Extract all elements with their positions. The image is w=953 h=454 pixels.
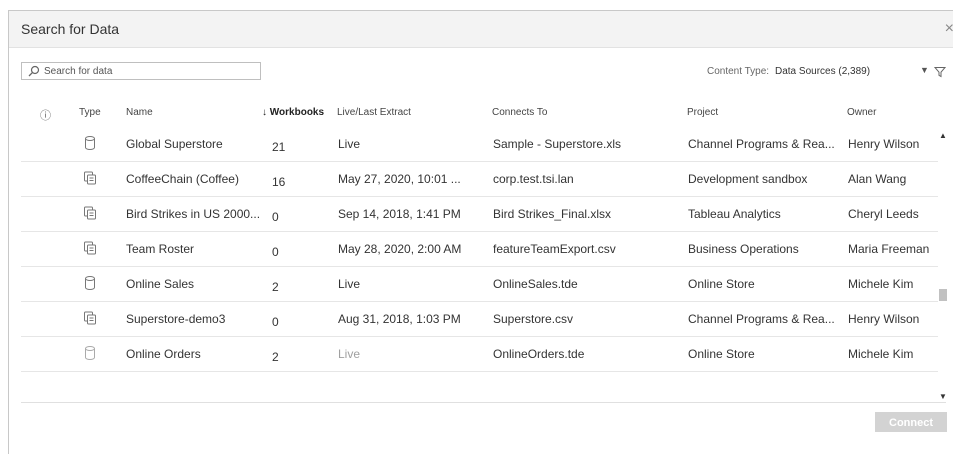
row-name[interactable]: Online Sales — [126, 277, 266, 291]
dialog-title: Search for Data — [21, 21, 120, 37]
search-for-data-dialog: Search for Data × Content Type: Data Sou… — [8, 10, 953, 454]
row-live-last-extract: May 28, 2020, 2:00 AM — [338, 242, 462, 256]
extract-icon — [84, 171, 96, 185]
table-row[interactable]: Team Roster 0 May 28, 2020, 2:00 AM feat… — [21, 232, 938, 267]
row-live-last-extract: Sep 14, 2018, 1:41 PM — [338, 207, 461, 221]
filter-icon[interactable] — [934, 66, 946, 78]
row-name[interactable]: Superstore-demo3 — [126, 312, 266, 326]
scroll-down-icon[interactable]: ▼ — [939, 392, 947, 401]
row-connects-to: featureTeamExport.csv — [493, 242, 616, 256]
cylinder-icon — [85, 136, 95, 150]
row-connects-to: Superstore.csv — [493, 312, 574, 326]
row-workbooks: 0 — [272, 210, 279, 224]
extract-icon — [84, 241, 96, 255]
table-row[interactable]: Superstore-demo3 0 Aug 31, 2018, 1:03 PM… — [21, 302, 938, 337]
row-workbooks: 0 — [272, 315, 279, 329]
row-project: Online Store — [688, 277, 755, 291]
row-workbooks: 21 — [272, 140, 286, 154]
row-project: Online Store — [688, 347, 755, 361]
search-input[interactable] — [42, 63, 257, 79]
connect-button[interactable]: Connect — [875, 412, 947, 432]
row-owner: Alan Wang — [848, 172, 907, 186]
row-project: Development sandbox — [688, 172, 808, 186]
row-workbooks: 16 — [272, 175, 286, 189]
row-live-last-extract: Live — [338, 277, 361, 291]
row-live-last-extract: Live — [338, 137, 361, 151]
row-name[interactable]: CoffeeChain (Coffee) — [126, 172, 266, 186]
table-row[interactable]: Online Sales 2 Live OnlineSales.tde Onli… — [21, 267, 938, 302]
row-owner: Michele Kim — [848, 347, 914, 361]
cylinder-icon — [85, 276, 95, 290]
search-icon — [28, 65, 40, 77]
row-owner: Michele Kim — [848, 277, 914, 291]
row-owner: Maria Freeman — [848, 242, 930, 256]
divider — [21, 402, 946, 403]
extract-icon — [84, 206, 96, 220]
close-icon[interactable]: × — [945, 20, 953, 38]
row-connects-to: OnlineSales.tde — [493, 277, 578, 291]
row-workbooks: 0 — [272, 245, 279, 259]
row-name[interactable]: Bird Strikes in US 2000... — [126, 207, 266, 221]
row-connects-to: corp.test.tsi.lan — [493, 172, 574, 186]
row-connects-to: Sample - Superstore.xls — [493, 137, 622, 151]
row-live-last-extract: May 27, 2020, 10:01 ... — [338, 172, 461, 186]
dialog-titlebar: Search for Data × — [9, 11, 953, 48]
extract-icon — [84, 311, 96, 325]
vertical-scrollbar[interactable]: ▲ ▼ — [938, 127, 948, 403]
row-name[interactable]: Online Orders — [126, 347, 266, 361]
table-row[interactable]: Online Orders 2 Live OnlineOrders.tde On… — [21, 337, 938, 372]
row-project: Channel Programs & Rea... — [688, 137, 835, 151]
cylinder-icon — [85, 346, 95, 360]
row-project: Business Operations — [688, 242, 799, 256]
scrollbar-thumb[interactable] — [939, 289, 947, 301]
table-row[interactable]: CoffeeChain (Coffee) 16 May 27, 2020, 10… — [21, 162, 938, 197]
row-owner: Henry Wilson — [848, 137, 920, 151]
row-workbooks: 2 — [272, 280, 279, 294]
table-row[interactable]: Global Superstore 21 Live Sample - Super… — [21, 127, 938, 162]
row-connects-to: OnlineOrders.tde — [493, 347, 585, 361]
scroll-up-icon[interactable]: ▲ — [939, 131, 947, 140]
row-name[interactable]: Global Superstore — [126, 137, 266, 151]
row-live-last-extract: Aug 31, 2018, 1:03 PM — [338, 312, 461, 326]
row-project: Channel Programs & Rea... — [688, 312, 835, 326]
content-type-select[interactable]: Data Sources (2,389) — [775, 66, 870, 77]
data-sources-table: Global Superstore 21 Live Sample - Super… — [21, 127, 938, 403]
row-project: Tableau Analytics — [688, 207, 781, 221]
row-name[interactable]: Team Roster — [126, 242, 266, 256]
table-row[interactable]: Bird Strikes in US 2000... 0 Sep 14, 201… — [21, 197, 938, 232]
row-connects-to: Bird Strikes_Final.xlsx — [493, 207, 612, 221]
row-workbooks: 2 — [272, 350, 279, 364]
chevron-down-icon[interactable]: ▼ — [920, 65, 929, 75]
row-owner: Cheryl Leeds — [848, 207, 919, 221]
row-live-last-extract: Live — [338, 347, 361, 361]
row-owner: Henry Wilson — [848, 312, 920, 326]
search-box[interactable] — [21, 62, 261, 80]
content-type-label: Content Type: — [707, 66, 770, 77]
